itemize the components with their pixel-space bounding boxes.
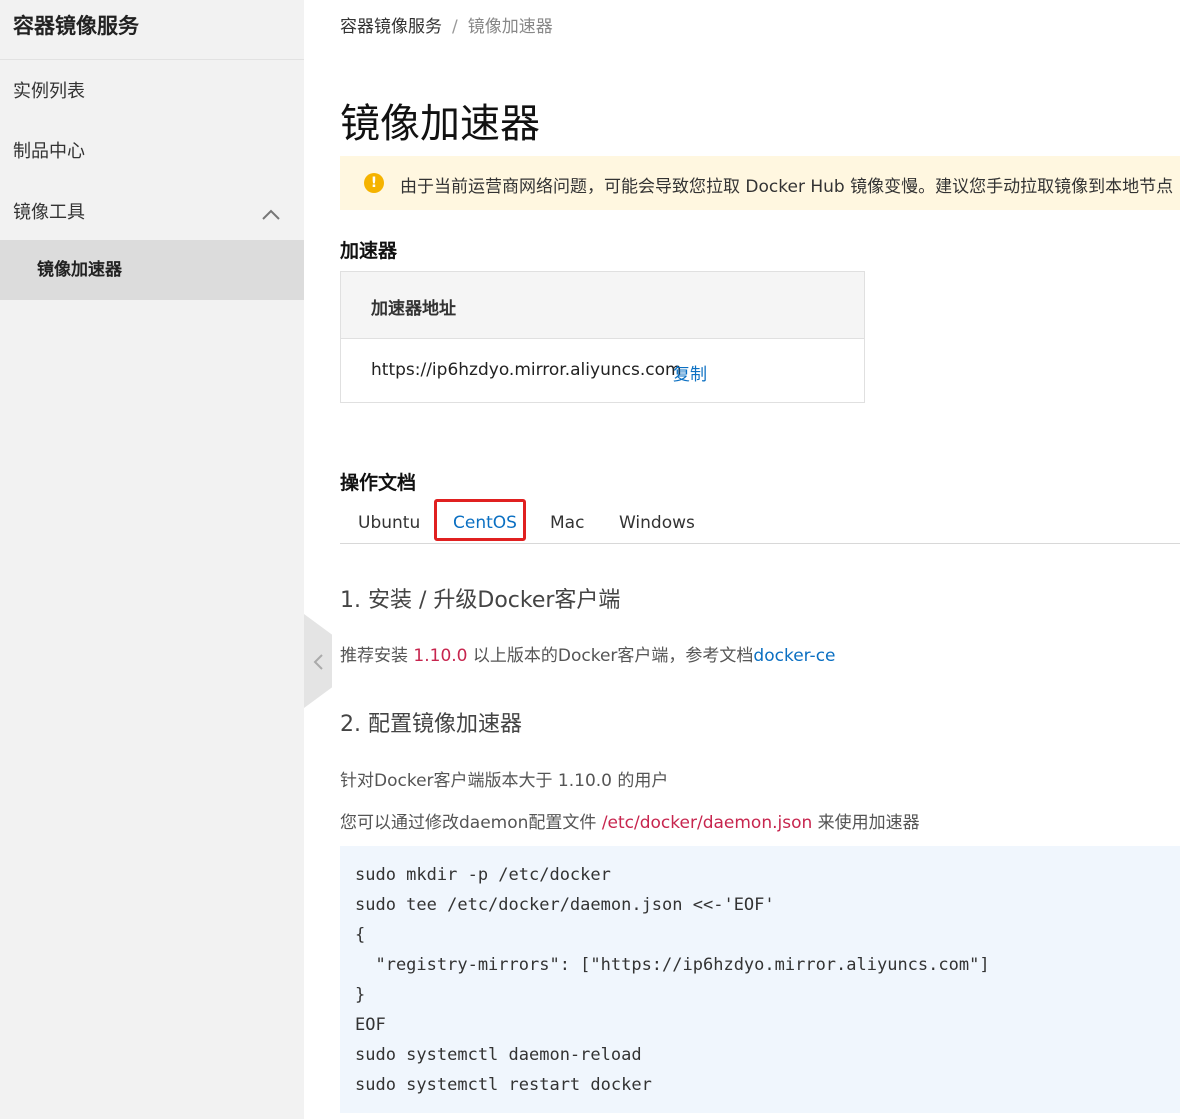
- page-title: 镜像加速器: [340, 100, 540, 147]
- accelerator-url: https://ip6hzdyo.mirror.aliyuncs.com: [371, 360, 682, 380]
- tab-highlight-box: [434, 499, 526, 541]
- code-content[interactable]: sudo mkdir -p /etc/docker sudo tee /etc/…: [355, 860, 990, 1100]
- sidebar-divider: [0, 59, 304, 60]
- sidebar-item-label: 镜像加速器: [37, 260, 122, 280]
- step1-text-after: 以上版本的Docker客户端，参考文档: [467, 646, 754, 666]
- step2-line1: 针对Docker客户端版本大于 1.10.0 的用户: [340, 771, 669, 791]
- daemon-json-path: /etc/docker/daemon.json: [601, 813, 813, 833]
- notice-text: 由于当前运营商网络问题，可能会导致您拉取 Docker Hub 镜像变慢。建议您…: [400, 177, 1174, 197]
- breadcrumb-separator: /: [452, 17, 458, 37]
- sidebar-group-label: 镜像工具: [13, 202, 85, 223]
- step1-text: 推荐安装 1.10.0 以上版本的Docker客户端，参考文档docker-ce: [340, 641, 836, 666]
- main-content: 容器镜像服务 / 镜像加速器 镜像加速器 ! 由于当前运营商网络问题，可能会导致您拉…: [340, 0, 1180, 1119]
- tab-mac[interactable]: Mac: [550, 505, 584, 541]
- sidebar-item-image-accelerator[interactable]: 镜像加速器: [0, 240, 304, 300]
- step2-line2-after: 来使用加速器: [812, 813, 920, 833]
- sidebar-group-image-tools[interactable]: 镜像工具: [0, 196, 304, 230]
- breadcrumb: 容器镜像服务 / 镜像加速器: [340, 12, 553, 37]
- step1-title: 1. 安装 / 升级Docker客户端: [340, 588, 621, 613]
- chevron-left-icon: [313, 654, 323, 670]
- tab-windows[interactable]: Windows: [619, 505, 695, 541]
- sidebar-item-artifact-center[interactable]: 制品中心: [13, 137, 85, 167]
- sidebar-collapse-handle[interactable]: [304, 614, 332, 708]
- notice-banner: ! 由于当前运营商网络问题，可能会导致您拉取 Docker Hub 镜像变慢。建…: [340, 156, 1180, 210]
- warning-icon: !: [364, 173, 384, 193]
- accelerator-header-label: 加速器地址: [371, 299, 456, 319]
- sidebar-item-instance-list[interactable]: 实例列表: [13, 77, 85, 107]
- breadcrumb-root[interactable]: 容器镜像服务: [340, 17, 442, 37]
- tab-ubuntu[interactable]: Ubuntu: [358, 505, 420, 541]
- docs-section-title: 操作文档: [340, 472, 417, 494]
- step2-line2-before: 您可以通过修改daemon配置文件: [340, 813, 602, 833]
- chevron-up-icon[interactable]: [262, 208, 280, 220]
- docker-ce-link[interactable]: docker-ce: [753, 646, 835, 666]
- step2-title: 2. 配置镜像加速器: [340, 712, 522, 737]
- code-block[interactable]: sudo mkdir -p /etc/docker sudo tee /etc/…: [340, 846, 1180, 1113]
- copy-button[interactable]: 复制: [673, 360, 707, 385]
- step1-text-before: 推荐安装: [340, 646, 414, 666]
- docs-tabs: Ubuntu CentOS Mac Windows: [340, 499, 1180, 544]
- step1-version: 1.10.0: [413, 646, 468, 666]
- step2-line2: 您可以通过修改daemon配置文件 /etc/docker/daemon.jso…: [340, 808, 920, 833]
- sidebar: 容器镜像服务 实例列表 制品中心 镜像工具 镜像加速器: [0, 0, 304, 1119]
- accelerator-section-title: 加速器: [340, 240, 398, 262]
- breadcrumb-current: 镜像加速器: [467, 17, 553, 37]
- accelerator-panel-header: 加速器地址: [341, 272, 864, 339]
- sidebar-title: 容器镜像服务: [13, 14, 139, 38]
- accelerator-panel: 加速器地址 https://ip6hzdyo.mirror.aliyuncs.c…: [340, 271, 865, 403]
